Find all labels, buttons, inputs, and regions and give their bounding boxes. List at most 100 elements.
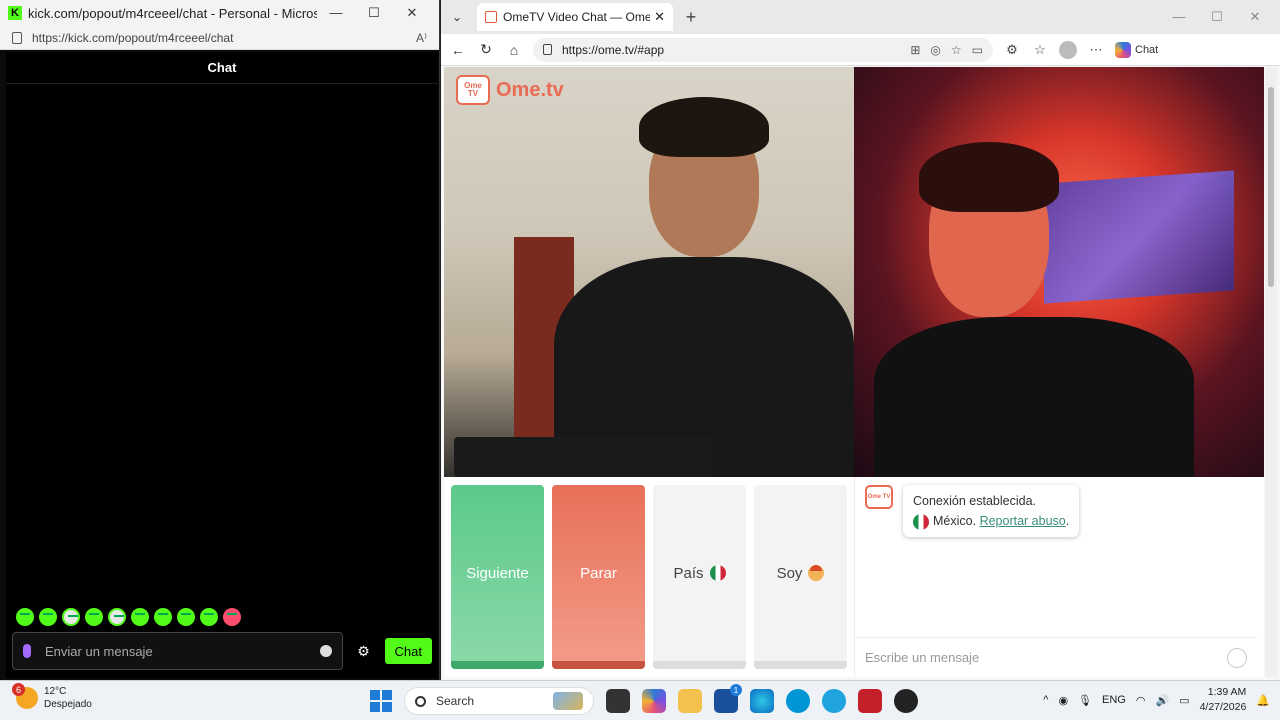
microphone-icon[interactable]: [23, 644, 31, 658]
video-person-hair: [919, 142, 1059, 212]
system-tray: ^ ◉ 🎙 ENG ◠ 🔊 ▭ 1:39 AM 4/27/2026 🔔: [1043, 685, 1270, 715]
clock[interactable]: 1:39 AM 4/27/2026: [1200, 685, 1247, 715]
ometv-controls: Siguiente Parar País Soy: [444, 477, 854, 677]
extensions-icon[interactable]: ⚙: [1003, 42, 1021, 58]
battery-icon[interactable]: ▭: [1179, 694, 1189, 707]
taskbar: 6 12°C Despejado Search 1 ^ ◉ 🎙 ENG ◠ 🔊: [0, 680, 1280, 720]
emote-icon[interactable]: [39, 608, 57, 626]
mexico-flag-icon: [913, 513, 929, 530]
ometv-page: Ome TV Ome.tv Siguiente Parar País Soy O…: [444, 67, 1264, 677]
kick-address-bar[interactable]: https://kick.com/popout/m4rceeel/chat A⁾: [0, 26, 439, 50]
tray-security-icon[interactable]: ◉: [1058, 694, 1068, 707]
profile-avatar[interactable]: [1059, 40, 1077, 59]
tray-microphone-icon[interactable]: 🎙: [1078, 694, 1092, 707]
minimize-icon[interactable]: —: [1160, 9, 1198, 25]
emote-icon[interactable]: [177, 608, 195, 626]
copilot-button[interactable]: Chat: [1115, 41, 1158, 58]
store-icon[interactable]: 1: [714, 684, 742, 713]
start-windows-icon[interactable]: [370, 690, 392, 712]
read-aloud-icon[interactable]: A⁾: [416, 31, 427, 45]
edge-window: ⌄ OmeTV Video Chat — Omegle Ra ✕ + — ☐ ✕…: [441, 0, 1280, 680]
emote-icon[interactable]: [223, 608, 241, 626]
hp-icon[interactable]: [786, 689, 810, 713]
search-highlight-icon: [553, 692, 583, 710]
emote-icon[interactable]: [200, 608, 218, 626]
favorites-icon[interactable]: ☆: [1031, 42, 1049, 58]
tray-overflow-chevron-icon[interactable]: ^: [1043, 694, 1048, 706]
emote-icon[interactable]: [131, 608, 149, 626]
refresh-icon[interactable]: ↻: [477, 41, 495, 58]
emote-icon[interactable]: [85, 608, 103, 626]
file-explorer-icon[interactable]: [678, 689, 702, 713]
ometv-favicon-icon: [485, 11, 497, 23]
ometv-input-placeholder: Escribe un mensaje: [865, 650, 980, 665]
kick-titlebar: K kick.com/popout/m4rceeel/chat - Person…: [0, 0, 439, 26]
kick-send-button[interactable]: Chat: [384, 638, 432, 664]
obs-icon[interactable]: [894, 689, 918, 713]
emoji-icon[interactable]: [1227, 647, 1247, 668]
kick-input-placeholder: Enviar un mensaje: [45, 643, 153, 659]
weather-widget[interactable]: 6 12°C Despejado: [12, 683, 92, 711]
edge-browser-icon[interactable]: [750, 689, 774, 713]
close-icon[interactable]: ✕: [393, 5, 431, 21]
address-bar[interactable]: https://ome.tv/#app ⊞ ◎ ☆ ▭: [533, 37, 993, 62]
mcafee-icon[interactable]: [858, 689, 882, 713]
tracking-icon[interactable]: ◎: [930, 43, 940, 57]
stranger-video: Ome TV Ome.tv: [444, 67, 854, 477]
store-badge: 1: [730, 684, 742, 696]
taskbar-apps: Search 1: [370, 684, 918, 715]
video-keyboard: [454, 437, 714, 477]
search-label: Search: [436, 694, 475, 708]
ometv-logo[interactable]: Ome TV Ome.tv: [456, 75, 564, 105]
emote-icon[interactable]: [108, 608, 126, 626]
system-message: Ome TV Conexión establecida. México. Rep…: [865, 485, 1080, 537]
emoji-picker-icon[interactable]: [319, 645, 332, 657]
app-available-icon[interactable]: ⊞: [910, 43, 920, 57]
emote-icon[interactable]: [16, 608, 34, 626]
weather-sun-icon: 6: [12, 683, 38, 709]
notification-bell-icon[interactable]: 🔔: [1256, 694, 1270, 707]
favorite-star-icon[interactable]: ☆: [951, 43, 962, 57]
kick-logo-icon: K: [8, 6, 22, 20]
task-view-icon[interactable]: [606, 689, 630, 713]
emote-icon[interactable]: [154, 608, 172, 626]
country-label: País: [673, 564, 704, 582]
maximize-icon[interactable]: ☐: [1198, 9, 1236, 25]
next-button[interactable]: Siguiente: [451, 485, 544, 669]
maximize-icon[interactable]: ☐: [355, 5, 393, 21]
edge-beta-icon[interactable]: [822, 689, 846, 713]
ometv-tv-icon: Ome TV: [865, 485, 893, 509]
settings-gear-icon[interactable]: ⚙: [351, 643, 377, 660]
volume-icon[interactable]: 🔊: [1155, 694, 1169, 707]
kick-message-input[interactable]: Enviar un mensaje: [12, 632, 343, 670]
ometv-message-input[interactable]: Escribe un mensaje: [855, 637, 1257, 677]
kick-window-title: kick.com/popout/m4rceeel/chat - Personal…: [28, 5, 317, 21]
lock-icon: [12, 31, 22, 44]
ometv-tv-icon: Ome TV: [456, 75, 490, 105]
wifi-icon[interactable]: ◠: [1136, 694, 1146, 707]
home-icon[interactable]: ⌂: [505, 42, 523, 58]
new-tab-button[interactable]: +: [677, 7, 705, 28]
scrollbar-thumb[interactable]: [1268, 87, 1274, 287]
language-indicator[interactable]: ENG: [1102, 694, 1126, 706]
gender-button[interactable]: Soy: [754, 485, 847, 669]
more-menu-icon[interactable]: ⋯: [1087, 42, 1105, 58]
tab-actions-chevron-icon[interactable]: ⌄: [447, 10, 467, 24]
gender-label: Soy: [776, 564, 803, 582]
close-tab-icon[interactable]: ✕: [654, 9, 665, 25]
report-abuse-link[interactable]: Reportar abuso: [980, 514, 1066, 528]
stop-button[interactable]: Parar: [552, 485, 645, 669]
camera-icon[interactable]: ▭: [972, 43, 983, 57]
taskbar-search[interactable]: Search: [404, 687, 594, 715]
back-icon[interactable]: ←: [449, 42, 467, 58]
tab-ometv[interactable]: OmeTV Video Chat — Omegle Ra ✕: [477, 3, 673, 31]
close-icon[interactable]: ✕: [1236, 9, 1274, 25]
stranger-country: México.: [933, 514, 977, 528]
country-button[interactable]: País: [653, 485, 746, 669]
minimize-icon[interactable]: —: [317, 5, 355, 21]
copilot-app-icon[interactable]: [642, 689, 666, 713]
page-scrollbar[interactable]: [1265, 67, 1277, 677]
emote-icon[interactable]: [62, 608, 80, 626]
lock-icon: [543, 44, 552, 55]
edge-nav-bar: ← ↻ ⌂ https://ome.tv/#app ⊞ ◎ ☆ ▭ ⚙ ☆ ⋯ …: [441, 34, 1280, 66]
